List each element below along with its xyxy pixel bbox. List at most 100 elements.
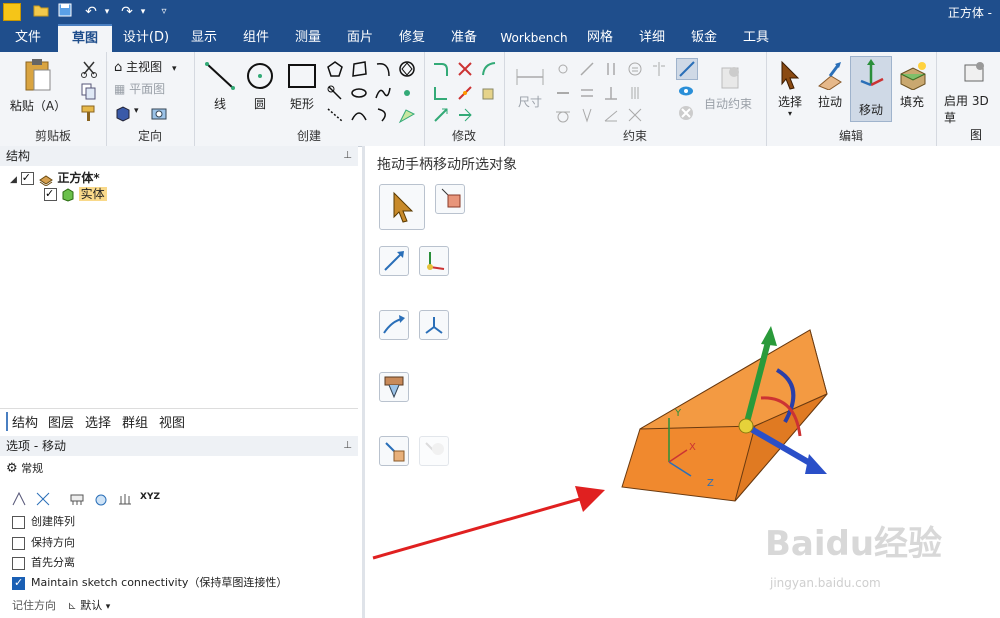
offset-curve-icon[interactable] xyxy=(480,60,498,78)
move-anchor-tool[interactable] xyxy=(435,184,465,214)
plane-view-button[interactable]: ▦ 平面图 xyxy=(114,80,165,97)
keep-orientation-checkbox[interactable] xyxy=(12,536,25,550)
corner-icon[interactable] xyxy=(432,84,450,102)
dimension-button[interactable]: 尺寸 xyxy=(510,64,550,110)
scale-icon[interactable] xyxy=(432,106,450,124)
perpendicular-lines-icon[interactable] xyxy=(578,84,596,102)
move-handle-y-arrow[interactable] xyxy=(761,326,777,346)
tab-workbench[interactable]: Workbench xyxy=(498,24,570,52)
parallel-icon[interactable] xyxy=(602,60,620,78)
panel-tab-structure[interactable]: 结构 xyxy=(6,412,38,431)
copy-icon[interactable] xyxy=(80,82,98,100)
paste-button[interactable]: 粘贴（A） xyxy=(8,58,68,114)
bend-icon[interactable] xyxy=(456,106,474,124)
equal-icon[interactable] xyxy=(626,60,644,78)
undo-dropdown-icon[interactable]: ▾ xyxy=(102,3,112,21)
tab-measure[interactable]: 测量 xyxy=(284,24,332,52)
tab-sketch[interactable]: 草图 xyxy=(58,24,112,52)
tab-sheet-metal[interactable]: 钣金 xyxy=(680,24,728,52)
vertical-icon[interactable] xyxy=(626,84,644,102)
horizontal-icon[interactable] xyxy=(554,84,572,102)
ruler-dimension-icon[interactable] xyxy=(68,490,86,508)
keep-orientation-option[interactable]: 保持方向 xyxy=(12,535,75,551)
arc-icon[interactable] xyxy=(374,60,392,78)
fill-button[interactable]: 填充 xyxy=(892,60,932,110)
tab-mesh[interactable]: 网格 xyxy=(576,24,624,52)
detach-first-option[interactable]: 首先分离 xyxy=(12,555,75,571)
cut-icon[interactable] xyxy=(80,60,98,78)
project-icon[interactable] xyxy=(480,84,498,102)
customize-icon[interactable]: ▿ xyxy=(158,3,170,21)
view-dropdown-icon[interactable]: ▾ xyxy=(134,106,139,116)
pierce-icon[interactable] xyxy=(578,60,596,78)
coincident-icon[interactable] xyxy=(554,60,572,78)
move-button[interactable]: 移动 xyxy=(850,56,892,122)
move-to-tool[interactable] xyxy=(379,436,409,466)
tab-tools[interactable]: 工具 xyxy=(732,24,780,52)
collapse-icon[interactable]: ◢ xyxy=(10,175,17,185)
trim-icon[interactable] xyxy=(456,60,474,78)
move-handle-z-arrow[interactable] xyxy=(805,454,827,474)
3d-sketch-icon[interactable] xyxy=(962,60,988,86)
tab-repair[interactable]: 修复 xyxy=(388,24,436,52)
tree-item-root[interactable]: ◢ 正方体* xyxy=(10,170,100,187)
enable-3d-sketch-button[interactable]: 启用 3D 草 图 xyxy=(944,92,1000,143)
collinear-icon[interactable] xyxy=(626,106,644,124)
panel-tab-views[interactable]: 视图 xyxy=(159,412,185,431)
select-button[interactable]: 选择 ▾ xyxy=(770,60,810,118)
midpoint-icon[interactable] xyxy=(578,106,596,124)
polygon-icon[interactable] xyxy=(326,60,344,78)
default-dropdown[interactable]: 默认 xyxy=(80,599,102,612)
line-button[interactable]: 线 xyxy=(200,60,240,112)
pin-icon[interactable]: ⊥ xyxy=(343,146,352,166)
polygon-circle-icon[interactable] xyxy=(398,60,416,78)
detach-icon[interactable] xyxy=(92,490,110,508)
home-view-button[interactable]: ⌂ 主视图 ▾ xyxy=(114,58,176,75)
tab-facet[interactable]: 面片 xyxy=(336,24,384,52)
spline-icon[interactable] xyxy=(374,84,392,102)
undo-icon[interactable]: ↶ xyxy=(82,3,100,21)
pull-button[interactable]: 拉动 xyxy=(810,60,850,110)
tab-display[interactable]: 显示 xyxy=(180,24,228,52)
xyz-icon[interactable]: XYZ xyxy=(140,492,162,510)
delete-constraint-icon[interactable] xyxy=(677,104,695,122)
detach-first-checkbox[interactable] xyxy=(12,556,25,570)
panel-tab-layers[interactable]: 图层 xyxy=(48,412,74,431)
3d-viewport[interactable]: 拖动手柄移动所选对象 Y X Z Baidu经验 jingyan.baidu.c… xyxy=(365,146,1000,618)
maintain-sketch-connectivity-option[interactable]: Maintain sketch connectivity（保持草图连接性） xyxy=(12,575,287,591)
chevron-down-icon[interactable]: ▾ xyxy=(106,602,111,612)
ellipse-icon[interactable] xyxy=(350,84,368,102)
move-curve-tool[interactable] xyxy=(379,310,409,340)
tab-detail[interactable]: 详细 xyxy=(628,24,676,52)
snap-icon[interactable] xyxy=(116,490,134,508)
select-handle-tool[interactable] xyxy=(379,184,425,230)
general-section[interactable]: ⚙ 常规 xyxy=(6,461,43,477)
save-icon[interactable] xyxy=(56,3,74,21)
three-point-arc-icon[interactable] xyxy=(350,106,368,124)
create-array-checkbox[interactable] xyxy=(12,515,25,529)
root-visibility-checkbox[interactable] xyxy=(20,170,34,186)
tab-file[interactable]: 文件 xyxy=(0,24,56,52)
rectangle-button[interactable]: 矩形 xyxy=(282,60,322,112)
solid-visibility-checkbox[interactable] xyxy=(44,186,57,202)
redo-icon[interactable]: ↷ xyxy=(118,3,136,21)
tree-item-solid[interactable]: 实体 xyxy=(44,186,107,202)
move-multi-direction-tool[interactable] xyxy=(419,310,449,340)
cube-view-icon[interactable] xyxy=(114,104,132,122)
rotated-rectangle-icon[interactable] xyxy=(350,60,368,78)
folder-open-icon[interactable] xyxy=(32,3,50,21)
panel-tab-groups[interactable]: 群组 xyxy=(122,412,148,431)
maintain-sketch-connectivity-checkbox[interactable] xyxy=(12,575,25,591)
move-to-surface-tool[interactable] xyxy=(379,372,409,402)
show-constraints-icon[interactable] xyxy=(676,58,698,80)
tangent-icon[interactable] xyxy=(554,106,572,124)
tangent-line-icon[interactable] xyxy=(326,84,344,102)
angle-icon[interactable] xyxy=(602,106,620,124)
tab-prepare[interactable]: 准备 xyxy=(440,24,488,52)
anchor-icon[interactable] xyxy=(10,490,28,508)
move-along-tool-disabled[interactable] xyxy=(419,436,449,466)
orient-to-object-icon[interactable] xyxy=(34,490,52,508)
perpendicular-icon[interactable] xyxy=(602,84,620,102)
tab-design[interactable]: 设计(D) xyxy=(114,24,178,52)
face-curve-icon[interactable] xyxy=(398,106,416,124)
